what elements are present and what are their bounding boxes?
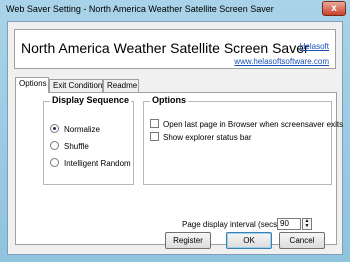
interval-spinner[interactable]: ▲ ▼ — [302, 218, 312, 230]
header-title: North America Weather Satellite Screen S… — [21, 40, 309, 56]
display-sequence-group: Display Sequence Normalize Shuffle Intel… — [43, 95, 134, 185]
check-show-status-bar[interactable]: Show explorer status bar — [150, 132, 252, 142]
interval-label: Page display interval (secs): — [182, 220, 283, 229]
radio-normalize[interactable]: Normalize — [50, 124, 100, 134]
options-group: Options Open last page in Browser when s… — [143, 95, 343, 185]
close-icon: x — [331, 3, 337, 14]
radio-intelligent-random-indicator[interactable] — [50, 158, 59, 167]
register-button[interactable]: Register — [165, 232, 211, 249]
radio-intelligent-random-label: Intelligent Random — [64, 159, 131, 168]
radio-intelligent-random[interactable]: Intelligent Random — [50, 158, 131, 168]
check-open-last-page[interactable]: Open last page in Browser when screensav… — [150, 119, 343, 129]
radio-shuffle-indicator[interactable] — [50, 141, 59, 150]
brand-link[interactable]: Helasoft — [300, 42, 329, 51]
radio-shuffle-label: Shuffle — [64, 142, 89, 151]
check-show-status-bar-label: Show explorer status bar — [163, 133, 252, 142]
radio-normalize-indicator[interactable] — [50, 124, 59, 133]
tab-readme[interactable]: Readme — [103, 79, 139, 92]
title-bar[interactable]: Web Saver Setting - North America Weathe… — [0, 0, 350, 20]
check-show-status-bar-box[interactable] — [150, 132, 159, 141]
display-sequence-title: Display Sequence — [50, 95, 132, 105]
ok-button[interactable]: OK — [226, 232, 272, 249]
header-panel: North America Weather Satellite Screen S… — [14, 29, 336, 69]
cancel-button[interactable]: Cancel — [279, 232, 325, 249]
tab-exit-conditions[interactable]: Exit Conditions — [49, 79, 106, 92]
close-button[interactable]: x — [322, 1, 346, 16]
tab-options[interactable]: Options — [15, 77, 49, 93]
app-window: Web Saver Setting - North America Weathe… — [0, 0, 350, 262]
radio-shuffle[interactable]: Shuffle — [50, 141, 89, 151]
website-link[interactable]: www.helasoftsoftware.com — [234, 57, 329, 66]
dialog-client: North America Weather Satellite Screen S… — [7, 21, 343, 255]
options-group-title: Options — [150, 95, 188, 105]
interval-input[interactable]: 90 — [277, 218, 301, 230]
check-open-last-page-label: Open last page in Browser when screensav… — [163, 120, 344, 129]
options-tab-panel: Display Sequence Normalize Shuffle Intel… — [15, 92, 343, 245]
spin-down-icon[interactable]: ▼ — [303, 224, 311, 229]
radio-normalize-label: Normalize — [64, 125, 101, 134]
check-open-last-page-box[interactable] — [150, 119, 159, 128]
window-title: Web Saver Setting - North America Weathe… — [6, 4, 274, 14]
